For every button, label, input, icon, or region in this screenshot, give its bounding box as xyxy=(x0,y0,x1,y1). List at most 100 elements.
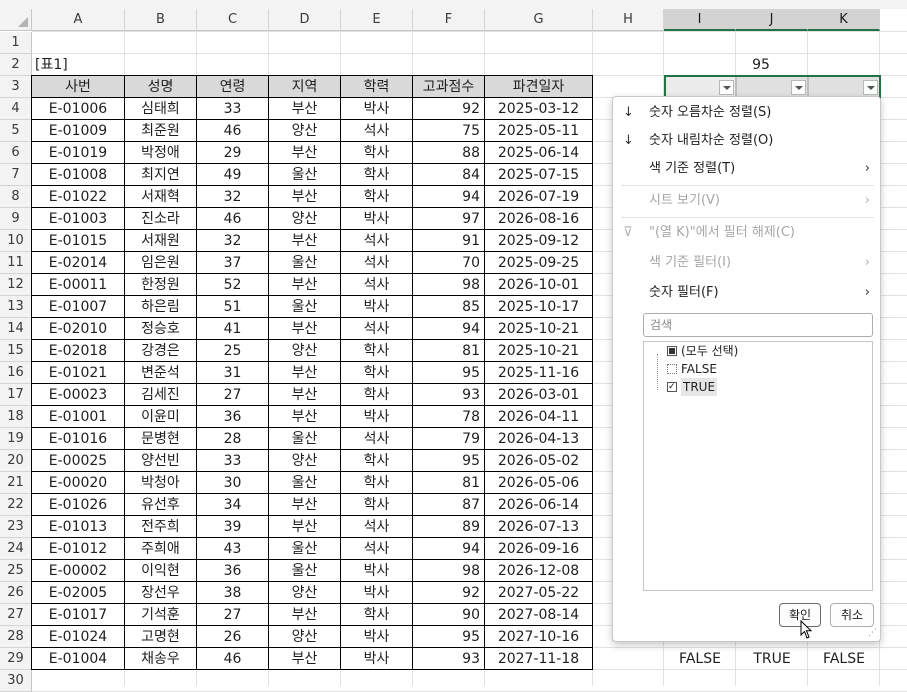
table-cell[interactable]: 81 xyxy=(412,339,485,362)
table-cell[interactable]: 37 xyxy=(196,251,269,274)
table-cell[interactable]: 박사 xyxy=(340,625,413,648)
table-cell[interactable]: 94 xyxy=(412,537,485,560)
table-cell[interactable]: 울산 xyxy=(268,295,341,318)
row-header-11[interactable]: 11 xyxy=(0,252,32,274)
column-header-f[interactable]: F xyxy=(413,9,485,31)
row-header-4[interactable]: 4 xyxy=(0,98,32,120)
table-cell[interactable]: 95 xyxy=(412,625,485,648)
table-cell[interactable]: E-02018 xyxy=(31,339,125,362)
table-cell[interactable]: 38 xyxy=(196,581,269,604)
sort-descending-item[interactable]: ↓ 숫자 내림차순 정렬(O) xyxy=(613,127,880,155)
row-header-5[interactable]: 5 xyxy=(0,120,32,142)
table-cell[interactable]: 석사 xyxy=(340,119,413,142)
table-cell[interactable]: E-01004 xyxy=(31,647,125,670)
table-cell[interactable]: 하은림 xyxy=(124,295,197,318)
table-cell[interactable]: 부산 xyxy=(268,515,341,538)
table-cell[interactable]: 2025-06-14 xyxy=(484,141,593,164)
table-cell[interactable]: 박사 xyxy=(340,647,413,670)
table-cell[interactable]: 부산 xyxy=(268,273,341,296)
table-cell[interactable]: 학사 xyxy=(340,493,413,516)
criteria-result-cell[interactable]: FALSE xyxy=(808,648,880,670)
table-cell[interactable]: 한정원 xyxy=(124,273,197,296)
table-cell[interactable]: 학사 xyxy=(340,383,413,406)
column-header-h[interactable]: H xyxy=(593,9,664,31)
table-cell[interactable]: 2025-10-21 xyxy=(484,317,593,340)
table-cell[interactable]: 학사 xyxy=(340,471,413,494)
table-cell[interactable]: 46 xyxy=(196,207,269,230)
table-cell[interactable]: 학사 xyxy=(340,603,413,626)
table-cell[interactable]: 심태희 xyxy=(124,97,197,120)
row-header-29[interactable]: 29 xyxy=(0,648,32,670)
table-cell[interactable]: 양산 xyxy=(268,339,341,362)
table-cell[interactable]: 서재원 xyxy=(124,229,197,252)
table-cell[interactable]: 43 xyxy=(196,537,269,560)
table-cell[interactable]: 2026-05-06 xyxy=(484,471,593,494)
table-cell[interactable]: 부산 xyxy=(268,97,341,120)
table-cell[interactable]: 학사 xyxy=(340,141,413,164)
table-cell[interactable]: 2025-03-12 xyxy=(484,97,593,120)
table-cell[interactable]: 79 xyxy=(412,427,485,450)
table-cell[interactable]: 박사 xyxy=(340,295,413,318)
table-cell[interactable]: 채송우 xyxy=(124,647,197,670)
row-header-20[interactable]: 20 xyxy=(0,450,32,472)
table-cell[interactable]: 최준원 xyxy=(124,119,197,142)
table-cell[interactable]: 2027-08-14 xyxy=(484,603,593,626)
table-cell[interactable]: 34 xyxy=(196,493,269,516)
row-header-17[interactable]: 17 xyxy=(0,384,32,406)
table-cell[interactable]: 2026-04-11 xyxy=(484,405,593,428)
table-cell[interactable]: E-00025 xyxy=(31,449,125,472)
table-cell[interactable]: 울산 xyxy=(268,163,341,186)
table-cell[interactable]: 27 xyxy=(196,383,269,406)
table-cell[interactable]: 부산 xyxy=(268,603,341,626)
table-cell[interactable]: 46 xyxy=(196,647,269,670)
cancel-button[interactable]: 취소 xyxy=(830,603,874,627)
filter-search-input[interactable] xyxy=(643,313,873,337)
table-cell[interactable]: 양산 xyxy=(268,625,341,648)
row-header-22[interactable]: 22 xyxy=(0,494,32,516)
table-cell[interactable]: 25 xyxy=(196,339,269,362)
row-header-30[interactable]: 30 xyxy=(0,670,32,692)
criteria-result-cell[interactable]: FALSE xyxy=(664,648,736,670)
table-cell[interactable]: E-01009 xyxy=(31,119,125,142)
table-cell[interactable]: 94 xyxy=(412,317,485,340)
table-cell[interactable]: 51 xyxy=(196,295,269,318)
column-header-e[interactable]: E xyxy=(341,9,413,31)
table-cell[interactable]: 36 xyxy=(196,559,269,582)
table-cell[interactable]: 박정애 xyxy=(124,141,197,164)
table-cell[interactable]: 울산 xyxy=(268,427,341,450)
table-cell[interactable]: E-01003 xyxy=(31,207,125,230)
table-cell[interactable]: 33 xyxy=(196,97,269,120)
table-cell[interactable]: 2027-05-22 xyxy=(484,581,593,604)
column-header-k[interactable]: K xyxy=(808,9,880,31)
row-header-1[interactable]: 1 xyxy=(0,32,32,54)
row-header-6[interactable]: 6 xyxy=(0,142,32,164)
row-header-3[interactable]: 3 xyxy=(0,76,32,98)
table-cell[interactable]: 부산 xyxy=(268,361,341,384)
table-cell[interactable]: 서재혁 xyxy=(124,185,197,208)
row-header-14[interactable]: 14 xyxy=(0,318,32,340)
table-cell[interactable]: E-01022 xyxy=(31,185,125,208)
row-header-12[interactable]: 12 xyxy=(0,274,32,296)
table-cell[interactable]: 학사 xyxy=(340,185,413,208)
table-cell[interactable]: 29 xyxy=(196,141,269,164)
table-cell[interactable]: 2025-07-15 xyxy=(484,163,593,186)
table-cell[interactable]: E-01026 xyxy=(31,493,125,516)
column-header-c[interactable]: C xyxy=(197,9,269,31)
table-cell[interactable]: 2025-05-11 xyxy=(484,119,593,142)
table-cell[interactable]: 92 xyxy=(412,581,485,604)
table-cell[interactable]: 박사 xyxy=(340,97,413,120)
table-cell[interactable]: 양산 xyxy=(268,119,341,142)
table-cell[interactable]: 85 xyxy=(412,295,485,318)
table-cell[interactable]: E-01001 xyxy=(31,405,125,428)
select-all-corner[interactable] xyxy=(0,9,32,31)
row-header-27[interactable]: 27 xyxy=(0,604,32,626)
sort-by-color-item[interactable]: 색 기준 정렬(T) › xyxy=(613,155,880,183)
table-cell[interactable]: 91 xyxy=(412,229,485,252)
table-cell[interactable]: 41 xyxy=(196,317,269,340)
table-cell[interactable]: 27 xyxy=(196,603,269,626)
row-header-7[interactable]: 7 xyxy=(0,164,32,186)
table-cell[interactable]: 석사 xyxy=(340,251,413,274)
column-header-i[interactable]: I xyxy=(664,9,736,31)
table-cell[interactable]: 31 xyxy=(196,361,269,384)
table-cell[interactable]: 2026-03-01 xyxy=(484,383,593,406)
